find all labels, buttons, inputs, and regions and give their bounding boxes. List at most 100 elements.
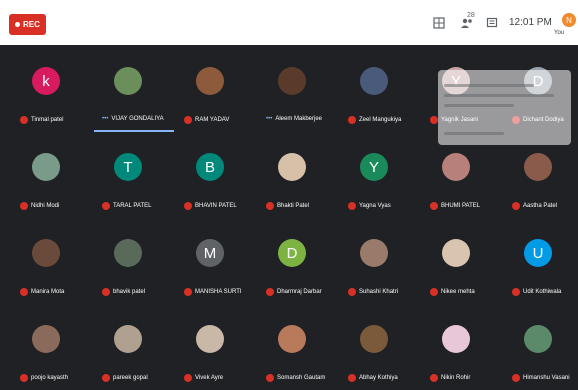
mic-off-icon [184, 288, 192, 296]
participant-name: Nikee mehta [430, 288, 475, 296]
participant-name-text: Dharmraj Darbar [277, 289, 322, 295]
participant-tile[interactable]: Manira Mota [6, 217, 88, 303]
participant-tile[interactable]: D Dharmraj Darbar [252, 217, 334, 303]
participant-avatar [278, 153, 306, 181]
participant-avatar [196, 325, 224, 353]
participant-count: 28 [467, 12, 475, 19]
chat-icon[interactable] [484, 15, 499, 30]
mic-off-icon [512, 202, 520, 210]
participant-tile[interactable]: pareek gopal [88, 303, 170, 389]
participant-avatar [32, 153, 60, 181]
mic-off-icon [266, 288, 274, 296]
notification-overlay [438, 70, 571, 145]
participant-name: Udit Kothiwala [512, 288, 561, 296]
mic-off-icon [430, 288, 438, 296]
mic-off-icon [102, 288, 110, 296]
recording-badge: REC [9, 14, 46, 35]
participant-name-text: Yagna Vyas [359, 203, 391, 209]
mic-off-icon [348, 116, 356, 124]
participant-name-text: MANISHA SURTI [195, 289, 242, 295]
participant-name-text: Somansh Gautam [277, 375, 326, 381]
participant-name: Zeel Mangukiya [348, 116, 401, 124]
participant-avatar [442, 153, 470, 181]
participant-name-text: Tinmal patel [31, 117, 64, 123]
participant-avatar: M [196, 239, 224, 267]
participant-avatar: B [196, 153, 224, 181]
participant-avatar [32, 325, 60, 353]
mic-off-icon [430, 374, 438, 382]
participant-tile[interactable]: Vivek Ayre [170, 303, 252, 389]
participant-tile[interactable]: RAM YADAV [170, 45, 252, 131]
participant-avatar [524, 153, 552, 181]
participant-tile[interactable]: U Udit Kothiwala [498, 217, 578, 303]
participant-tile[interactable]: Suhashi Khatri [334, 217, 416, 303]
participant-avatar [114, 239, 142, 267]
participant-name: Himanshu Vasani [512, 374, 570, 382]
participant-name: Yagna Vyas [348, 202, 391, 210]
participant-tile[interactable]: Somansh Gautam [252, 303, 334, 389]
participant-name: Nidhi Modi [20, 202, 59, 210]
participant-tile[interactable]: ••• VIJAY GONDALIYA [88, 45, 174, 132]
mic-off-icon [430, 202, 438, 210]
participant-name-text: Vivek Ayre [195, 375, 224, 381]
participant-tile[interactable]: Zeel Mangukiya [334, 45, 416, 131]
participant-tile[interactable]: poojo kayasth [6, 303, 88, 389]
participant-name: ••• VIJAY GONDALIYA [102, 116, 164, 122]
participant-name-text: Aleem Makberjee [275, 116, 322, 122]
participant-name: Manira Mota [20, 288, 64, 296]
mic-off-icon [266, 374, 274, 382]
participant-name-text: Abhay Kothiya [359, 375, 398, 381]
participant-name: Tinmal patel [20, 116, 63, 124]
participant-name-text: Nidhi Modi [31, 203, 60, 209]
self-avatar[interactable]: N [562, 13, 576, 27]
clock: 12:01 PM [509, 17, 552, 28]
participant-tile[interactable]: Y Yagna Vyas [334, 131, 416, 217]
participant-avatar: D [278, 239, 306, 267]
participant-tile[interactable]: k Tinmal patel [6, 45, 88, 131]
mic-off-icon [348, 288, 356, 296]
participant-name-text: Zeel Mangukiya [359, 117, 402, 123]
participant-name-text: Nikin Rohir [441, 375, 471, 381]
participant-name: TARAL PATEL [102, 202, 151, 210]
participant-name-text: poojo kayasth [31, 375, 69, 381]
participant-name-text: TARAL PATEL [113, 203, 152, 209]
meeting-top-bar: REC 28 12:01 PM N You [0, 0, 578, 45]
participant-name-text: Suhashi Khatri [359, 289, 399, 295]
participant-name-text: Udit Kothiwala [523, 289, 562, 295]
participant-name-text: bhavik patel [113, 289, 146, 295]
participant-tile[interactable]: Nikin Rohir [416, 303, 498, 389]
participant-name: Bhakti Patel [266, 202, 309, 210]
participant-name-text: Himanshu Vasani [523, 375, 570, 381]
participant-avatar [442, 325, 470, 353]
speaking-indicator-icon: ••• [102, 116, 109, 122]
participant-tile[interactable]: ••• Aleem Makberjee [252, 45, 334, 131]
participant-tile[interactable]: Nikee mehta [416, 217, 498, 303]
participant-name-text: Aastha Patel [523, 203, 558, 209]
layout-grid-icon[interactable] [431, 15, 446, 30]
participant-tile[interactable]: Nidhi Modi [6, 131, 88, 217]
participant-tile[interactable]: Abhay Kothiya [334, 303, 416, 389]
participant-name: BHAVIN PATEL [184, 202, 237, 210]
participant-name: Aastha Patel [512, 202, 557, 210]
mic-off-icon [20, 288, 28, 296]
mic-off-icon [184, 202, 192, 210]
participant-avatar: T [114, 153, 142, 181]
participant-tile[interactable]: Himanshu Vasani [498, 303, 578, 389]
participant-avatar: k [32, 67, 60, 95]
participant-avatar: U [524, 239, 552, 267]
participant-tile[interactable]: M MANISHA SURTI [170, 217, 252, 303]
mic-off-icon [430, 116, 438, 124]
participant-name-text: Manira Mota [31, 289, 65, 295]
participant-tile[interactable]: Bhakti Patel [252, 131, 334, 217]
participant-name: Suhashi Khatri [348, 288, 398, 296]
participant-name-text: BHUMI PATEL [441, 203, 481, 209]
participant-tile[interactable]: bhavik patel [88, 217, 170, 303]
participant-name: MANISHA SURTI [184, 288, 242, 296]
participant-avatar [278, 67, 306, 95]
participant-tile[interactable]: B BHAVIN PATEL [170, 131, 252, 217]
participant-name-text: RAM YADAV [195, 117, 230, 123]
participant-avatar [524, 325, 552, 353]
participant-name: poojo kayasth [20, 374, 68, 382]
participant-avatar [360, 239, 388, 267]
participant-tile[interactable]: T TARAL PATEL [88, 131, 170, 217]
